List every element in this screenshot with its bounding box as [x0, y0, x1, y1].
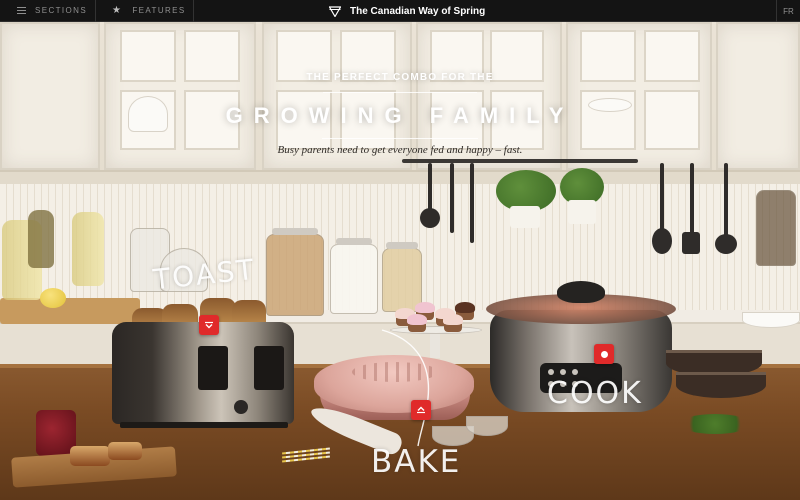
sections-menu-button[interactable]: SECTIONS — [0, 0, 96, 22]
hamburger-icon — [17, 7, 26, 14]
top-navigation-bar: SECTIONS ★ FEATURES The Canadian Way of … — [0, 0, 800, 22]
brand-link[interactable]: The Canadian Way of Spring — [329, 0, 485, 22]
features-label: FEATURES — [132, 6, 186, 15]
star-icon: ★ — [112, 4, 123, 16]
herb-pot — [510, 206, 540, 228]
ladle — [428, 163, 432, 213]
toaster-hotspot-button[interactable] — [199, 315, 219, 335]
cupcake — [443, 314, 463, 332]
toaster-lever-panel — [254, 346, 284, 390]
hero-kicker: THE PERFECT COMBO FOR THE — [306, 72, 494, 83]
toast-with-jam — [108, 442, 142, 460]
bake-connector-line — [381, 329, 430, 447]
back-cutting-board — [0, 298, 140, 324]
serving-spoon — [724, 163, 728, 239]
hanging-ladle — [660, 163, 664, 233]
cook-label: COOK — [547, 376, 643, 411]
toaster-base — [120, 422, 288, 428]
cookie-jar-lid — [272, 228, 318, 235]
toaster-lever-panel — [198, 346, 228, 390]
dot-icon — [600, 350, 608, 358]
spatula — [690, 163, 694, 237]
utensil-rail — [402, 159, 638, 163]
chevron-down-icon — [205, 321, 213, 329]
features-menu-button[interactable]: ★ FEATURES — [96, 0, 194, 22]
hero-deck: Busy parents need to get everyone fed an… — [277, 144, 523, 156]
spatula-head — [682, 232, 700, 254]
herb-pot — [568, 200, 596, 224]
drinking-straws — [282, 447, 330, 463]
sugar-jar-lid — [386, 242, 418, 249]
bake-label: BAKE — [371, 444, 462, 480]
dark-bottle — [28, 210, 54, 268]
whisk — [450, 163, 454, 233]
cabinet-base — [0, 170, 800, 184]
slow-cooker-lid-knob — [557, 281, 605, 303]
spice-jar — [756, 190, 796, 266]
language-label: FR — [783, 6, 794, 16]
headline-rule-top — [323, 92, 477, 93]
ladle-bowl — [420, 208, 440, 228]
sprinkle-bowl — [466, 416, 508, 436]
flour-jar — [330, 244, 378, 314]
olive-oil-bottle — [72, 212, 104, 286]
headline-rule-bottom — [322, 138, 478, 139]
spoon — [470, 163, 474, 243]
diamond-logo-icon — [329, 5, 341, 17]
white-bowl — [742, 312, 800, 328]
parsley-garnish — [680, 414, 750, 434]
flour-jar-lid — [336, 238, 372, 245]
toaster-knob — [234, 400, 248, 414]
brand-title: The Canadian Way of Spring — [350, 5, 486, 17]
slow-cooker-hotspot-button[interactable] — [594, 344, 614, 364]
cake-maker-hotspot-button[interactable] — [411, 400, 431, 420]
sections-label: SECTIONS — [35, 6, 88, 15]
cookie-jar — [266, 234, 324, 316]
toaster-appliance — [112, 322, 294, 424]
serving-bowl — [676, 372, 766, 398]
hero-headline: GROWING FAMILY — [225, 103, 575, 128]
language-toggle[interactable]: FR — [776, 0, 800, 22]
lemon — [40, 288, 66, 308]
chevron-up-icon — [417, 406, 425, 414]
toast-with-jam — [70, 446, 110, 466]
hanging-ladle-bowl — [652, 228, 672, 254]
serving-spoon-bowl — [715, 234, 737, 254]
